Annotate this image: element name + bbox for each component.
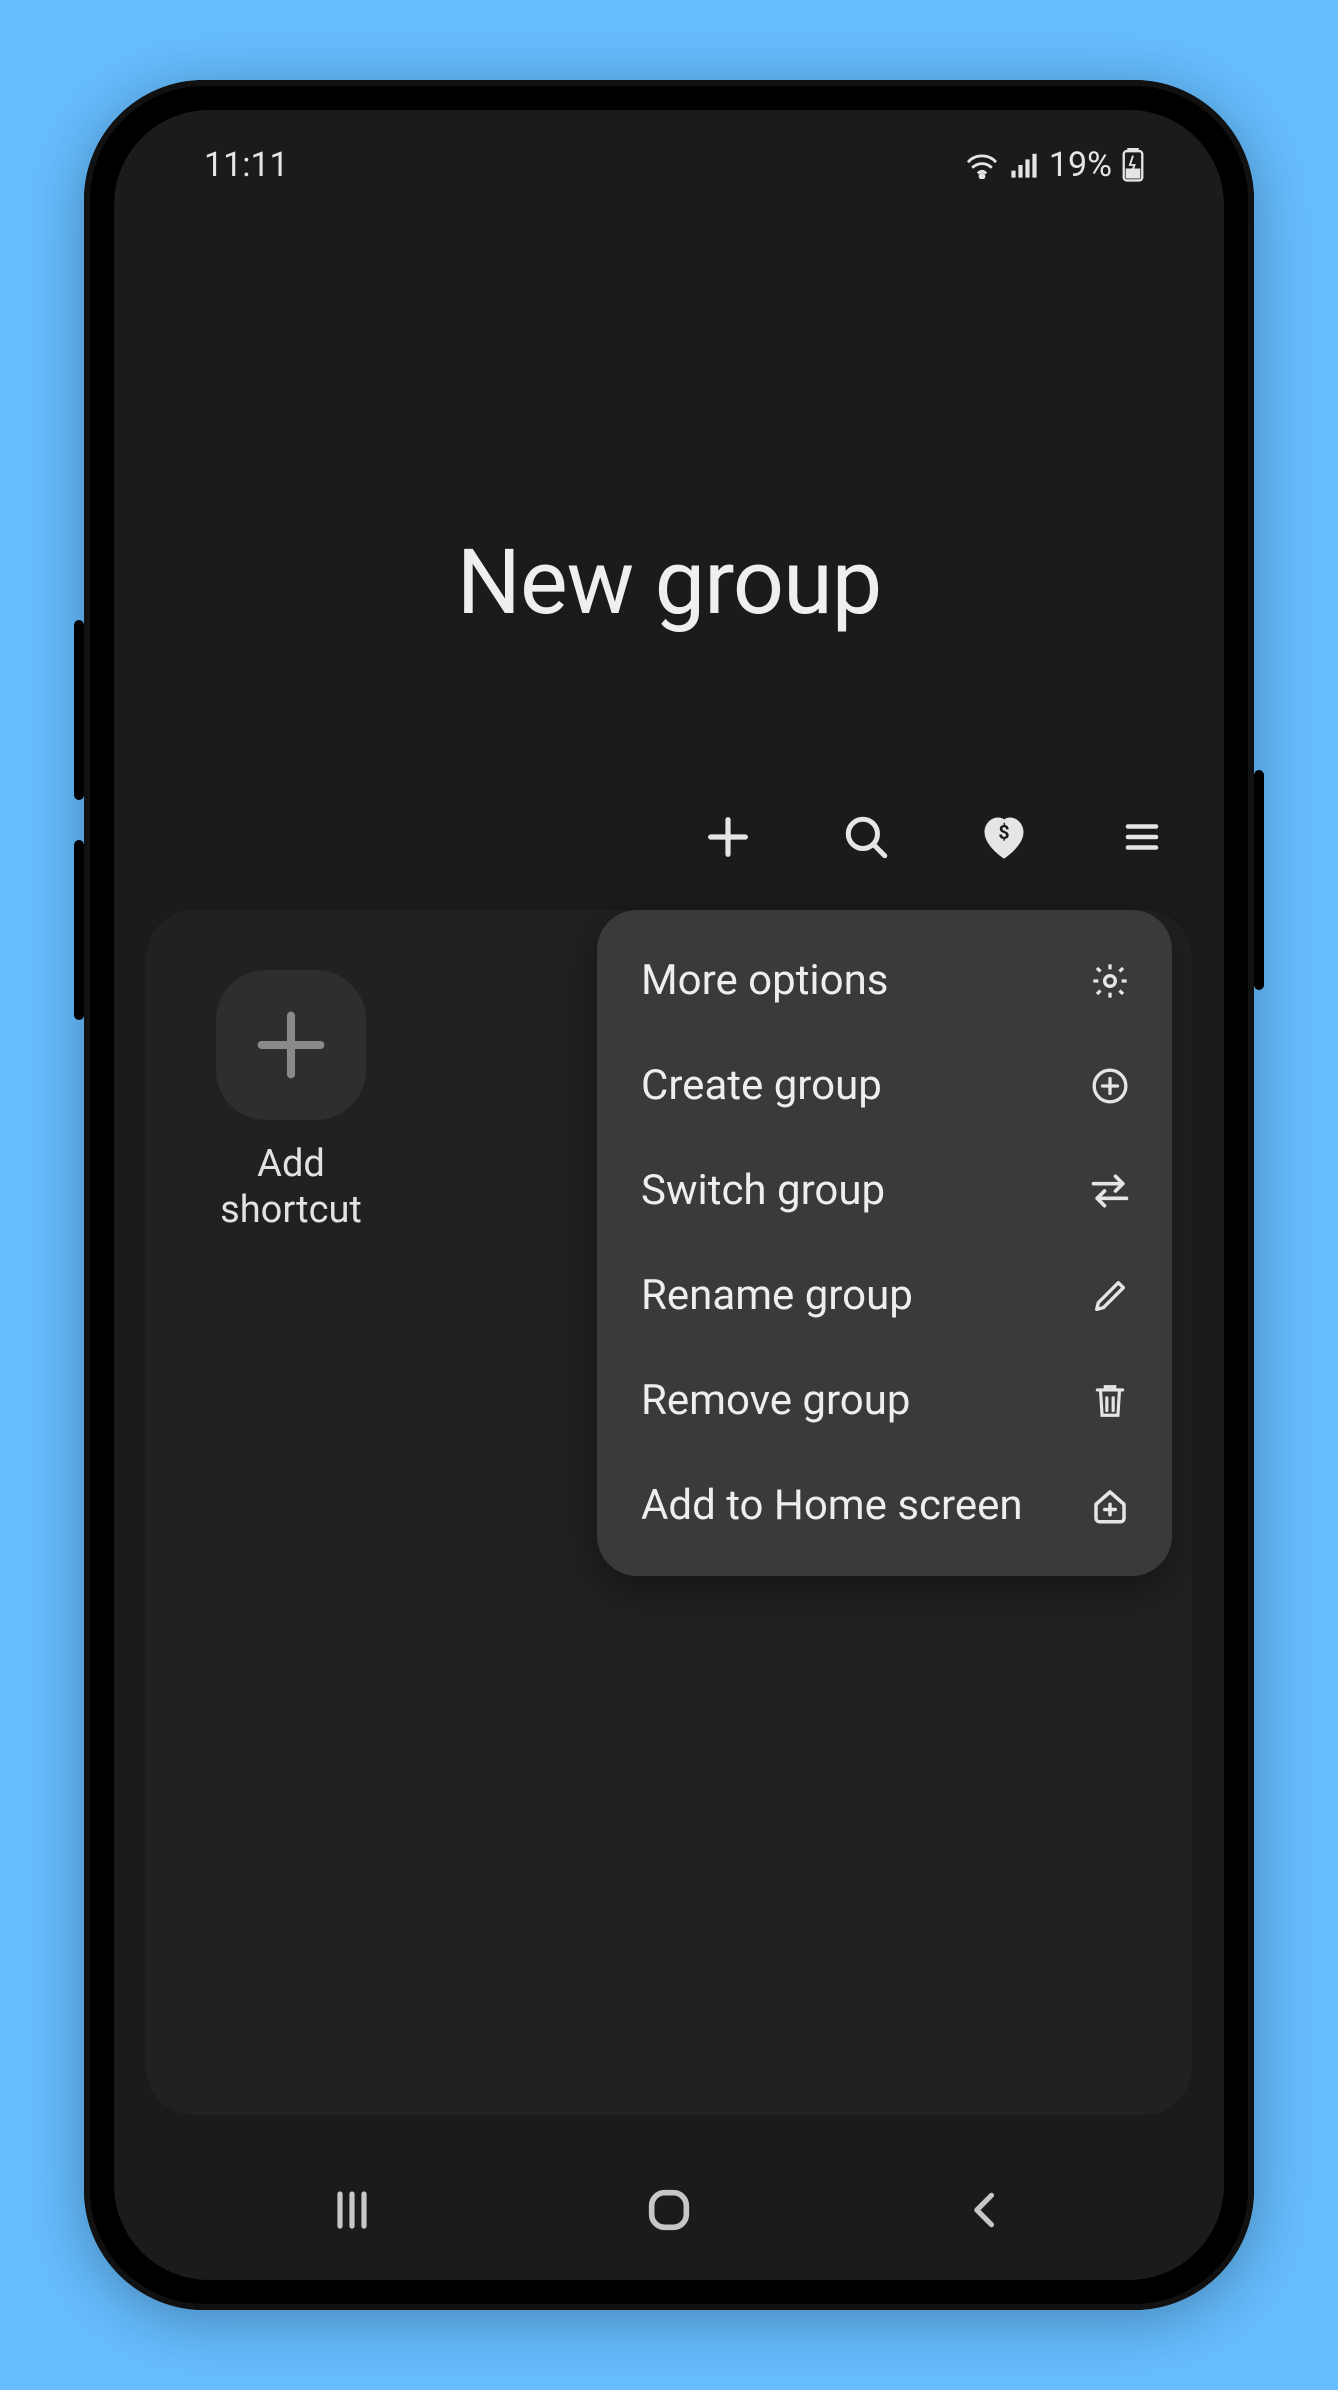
menu-item-label: Create group <box>641 1061 882 1110</box>
overflow-menu: More options Create group Switch gr <box>597 910 1172 1576</box>
donate-button[interactable]: $ <box>977 810 1031 864</box>
power-button <box>1254 770 1264 990</box>
page-title: New group <box>114 530 1224 635</box>
menu-item-rename-group[interactable]: Rename group <box>597 1243 1172 1348</box>
menu-item-label: Rename group <box>641 1271 913 1320</box>
screen: 11:11 19% <box>114 110 1224 2280</box>
menu-item-label: Add to Home screen <box>641 1481 1023 1530</box>
menu-item-add-home[interactable]: Add to Home screen <box>597 1453 1172 1558</box>
menu-item-label: Switch group <box>641 1166 885 1215</box>
back-button[interactable] <box>946 2170 1026 2250</box>
menu-item-create-group[interactable]: Create group <box>597 1033 1172 1138</box>
shortcut-label: Add shortcut <box>220 1142 362 1233</box>
volume-up-button <box>74 620 84 800</box>
status-bar: 11:11 19% <box>114 110 1224 220</box>
search-button[interactable] <box>839 810 893 864</box>
add-shortcut-tile[interactable]: Add shortcut <box>186 970 396 1233</box>
navigation-bar <box>114 2140 1224 2280</box>
signal-icon <box>1009 151 1039 179</box>
toolbar: $ <box>701 810 1169 864</box>
home-button[interactable] <box>629 2170 709 2250</box>
home-plus-icon <box>1088 1484 1132 1528</box>
pencil-icon <box>1088 1274 1132 1318</box>
menu-item-switch-group[interactable]: Switch group <box>597 1138 1172 1243</box>
trash-icon <box>1088 1379 1132 1423</box>
recents-button[interactable] <box>312 2170 392 2250</box>
menu-item-more-options[interactable]: More options <box>597 928 1172 1033</box>
menu-item-label: More options <box>641 956 888 1005</box>
volume-down-button <box>74 840 84 1020</box>
status-right: 19% <box>965 145 1144 185</box>
swap-icon <box>1088 1169 1132 1213</box>
gear-icon <box>1088 959 1132 1003</box>
plus-icon <box>216 970 366 1120</box>
status-time: 11:11 <box>204 145 289 185</box>
menu-button[interactable] <box>1115 810 1169 864</box>
wifi-icon <box>965 151 999 179</box>
battery-percent: 19% <box>1049 145 1112 185</box>
battery-icon <box>1122 148 1144 182</box>
svg-text:$: $ <box>998 821 1009 844</box>
plus-circle-icon <box>1088 1064 1132 1108</box>
menu-item-remove-group[interactable]: Remove group <box>597 1348 1172 1453</box>
add-button[interactable] <box>701 810 755 864</box>
menu-item-label: Remove group <box>641 1376 911 1425</box>
phone-frame: 11:11 19% <box>84 80 1254 2310</box>
